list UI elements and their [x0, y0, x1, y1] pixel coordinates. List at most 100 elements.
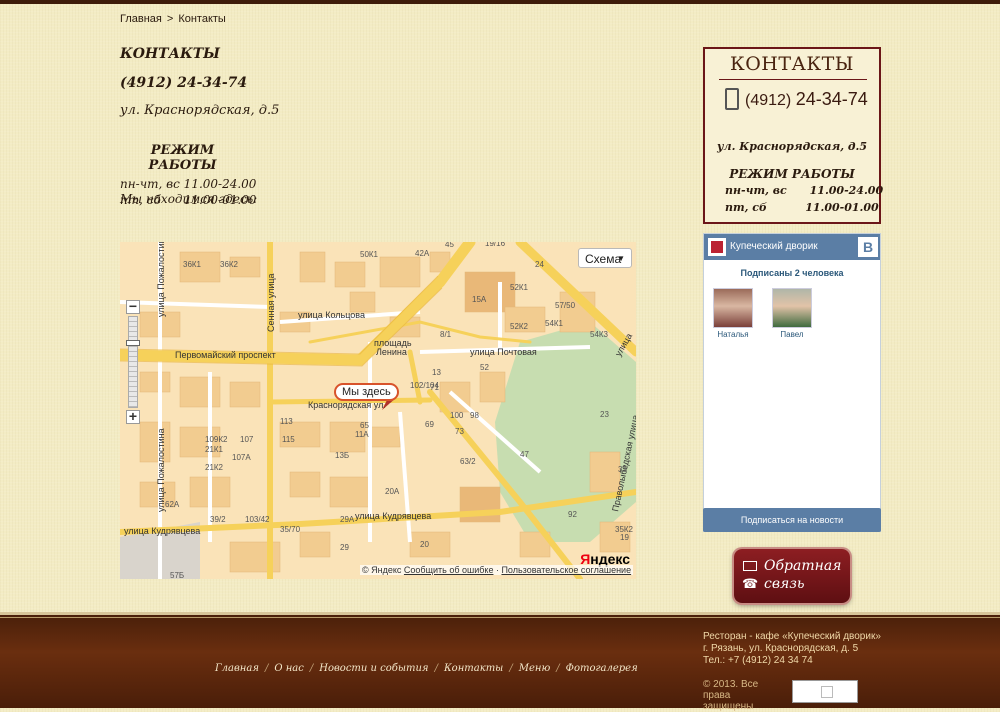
- user-agreement-link[interactable]: Пользовательское соглашение: [501, 565, 631, 575]
- vk-widget-header[interactable]: Купеческий дворик В: [704, 234, 880, 260]
- map-copyright: © Яндекс: [362, 565, 402, 575]
- map-house-number: 54К3: [590, 330, 609, 339]
- sidebar-phone: (4912) 24-34-74: [725, 87, 868, 112]
- map-zoom-control[interactable]: − +: [126, 299, 140, 424]
- sidebar-phone-code: (4912): [745, 92, 792, 109]
- vk-group-name[interactable]: Купеческий дворик: [730, 241, 818, 252]
- map-house-number: 39/2: [210, 515, 226, 524]
- sidebar-contacts-title: КОНТАКТЫ: [730, 53, 854, 75]
- envelope-icon: [743, 561, 757, 571]
- sidebar-phone-number: 24-34-74: [795, 89, 868, 109]
- vk-member-name[interactable]: Павел: [772, 330, 812, 339]
- feedback-button[interactable]: ☎ Обратная связь: [734, 549, 850, 603]
- map-house-number: 52К2: [510, 322, 529, 331]
- vk-subscribe-button[interactable]: Подписаться на новости: [703, 508, 881, 532]
- map-canvas[interactable]: Первомайский проспект улица Кольцова пло…: [120, 242, 636, 579]
- zoom-slider-thumb[interactable]: [126, 340, 140, 346]
- map-house-number: 35/70: [280, 525, 301, 534]
- map-house-number: 69: [425, 420, 434, 429]
- yandex-map[interactable]: Первомайский проспект улица Кольцова пло…: [120, 242, 636, 579]
- footer-copyright-line: © 2013. Все права: [703, 679, 759, 701]
- map-house-number: 103/42: [245, 515, 270, 524]
- map-house-number: 107А: [232, 453, 251, 462]
- map-house-number: 29А: [340, 515, 355, 524]
- map-house-number: 113: [280, 417, 293, 426]
- footer-nav-contacts[interactable]: Контакты: [444, 663, 503, 674]
- zoom-out-button[interactable]: −: [126, 299, 140, 314]
- footer-nav-separator: /: [556, 663, 560, 674]
- map-house-number: 52: [480, 363, 489, 372]
- map-house-number: 109К2: [205, 435, 228, 444]
- map-layer-button[interactable]: Схема ▼: [578, 248, 632, 268]
- contacts-phone: (4912) 24-34-74: [120, 75, 248, 91]
- footer-nav-news[interactable]: Новости и события: [319, 663, 428, 674]
- zoom-in-button[interactable]: +: [126, 409, 140, 424]
- footer: Главная / О нас / Новости и события / Контакты…: [0, 612, 1000, 712]
- footer-nav-home[interactable]: Главная: [215, 663, 259, 674]
- map-house-number: 100: [450, 411, 464, 420]
- footer-info-address: г. Рязань, ул. Краснорядская, д. 5: [703, 643, 859, 654]
- breadcrumb: Главная > Контакты: [120, 13, 231, 25]
- vk-member[interactable]: Наталья: [713, 288, 753, 339]
- map-house-number: 33: [618, 465, 627, 474]
- footer-nav: Главная / О нас / Новости и события / Контакты…: [215, 663, 638, 674]
- contacts-heading: КОНТАКТЫ: [120, 46, 220, 62]
- breadcrumb-home-link[interactable]: Главная: [120, 13, 162, 25]
- map-house-number: 13: [432, 368, 441, 377]
- sidebar-address: ул. Краснорядская, д.5: [716, 140, 868, 153]
- breadcrumb-separator: >: [166, 13, 174, 25]
- feedback-label-line1: Обратная: [764, 558, 842, 574]
- vk-member[interactable]: Павел: [772, 288, 812, 339]
- footer-nav-gallery[interactable]: Фотогалерея: [566, 663, 638, 674]
- map-house-number: 98: [470, 411, 479, 420]
- map-house-number: 47: [520, 450, 529, 459]
- map-house-number: 52К1: [510, 283, 529, 292]
- working-hours-row: пн-чт, вс 11.00-24.00: [120, 177, 257, 191]
- report-error-link[interactable]: Сообщить об ошибке: [404, 565, 494, 575]
- vk-community-widget: Купеческий дворик В Подписаны 2 человека…: [703, 233, 881, 532]
- group-logo-icon: [708, 238, 726, 256]
- footer-info: Ресторан - кафе «Купеческий дворик» г. Р…: [703, 631, 881, 667]
- map-house-number: 50К1: [360, 250, 379, 259]
- vk-logo-icon[interactable]: В: [858, 237, 878, 257]
- map-house-number: 29: [340, 543, 349, 552]
- map-here-balloon[interactable]: Мы здесь: [334, 383, 399, 401]
- map-house-number: 19: [620, 533, 629, 542]
- avatar[interactable]: [713, 288, 753, 328]
- footer-nav-separator: /: [309, 663, 314, 674]
- footer-nav-separator: /: [509, 663, 513, 674]
- map-house-number: 54К1: [545, 319, 564, 328]
- footer-nav-about[interactable]: О нас: [274, 663, 304, 674]
- map-house-number: 19/16: [485, 242, 506, 248]
- divider: [719, 79, 867, 80]
- footer-info-name: Ресторан - кафе «Купеческий дворик»: [703, 631, 881, 642]
- counter-badge[interactable]: [792, 680, 858, 703]
- footer-nav-menu[interactable]: Меню: [519, 663, 551, 674]
- sidebar-hours-row: пн-чт, вс 11.00-24.00: [725, 184, 884, 197]
- map-house-number: 21К2: [205, 463, 224, 472]
- footer-info-phone: Тел.: +7 (4912) 24 34 74: [703, 655, 813, 666]
- map-house-number: 21К1: [205, 445, 224, 454]
- map-street-label: Первомайский проспект: [175, 350, 276, 360]
- vk-subscribers-count[interactable]: Подписаны 2 человека: [704, 268, 880, 278]
- map-house-number: 11А: [355, 430, 369, 439]
- breadcrumb-current: Контакты: [178, 13, 226, 25]
- map-street-label: Ленина: [376, 347, 407, 357]
- map-house-number: 36К2: [220, 260, 239, 269]
- avatar[interactable]: [772, 288, 812, 328]
- map-street-label: улица Кудрявцева: [124, 526, 200, 536]
- map-house-number: 24: [535, 260, 544, 269]
- map-house-number: 92: [568, 510, 577, 519]
- working-hours-title: РЕЖИМ РАБОТЫ: [148, 143, 217, 173]
- top-bar: [0, 0, 1000, 4]
- map-street-label: улица Кудрявцева: [355, 511, 431, 521]
- zoom-slider[interactable]: [128, 316, 138, 408]
- map-house-number: 20: [420, 540, 429, 549]
- map-street-label: улица Пожалостина: [156, 242, 166, 317]
- vk-member-name[interactable]: Наталья: [713, 330, 753, 339]
- map-layer-label: Схема: [585, 252, 622, 266]
- map-house-number: 57Б: [170, 571, 184, 579]
- mobile-phone-icon: [725, 87, 739, 110]
- map-street-label: Сенная улица: [266, 273, 276, 332]
- map-house-number: 20А: [385, 487, 400, 496]
